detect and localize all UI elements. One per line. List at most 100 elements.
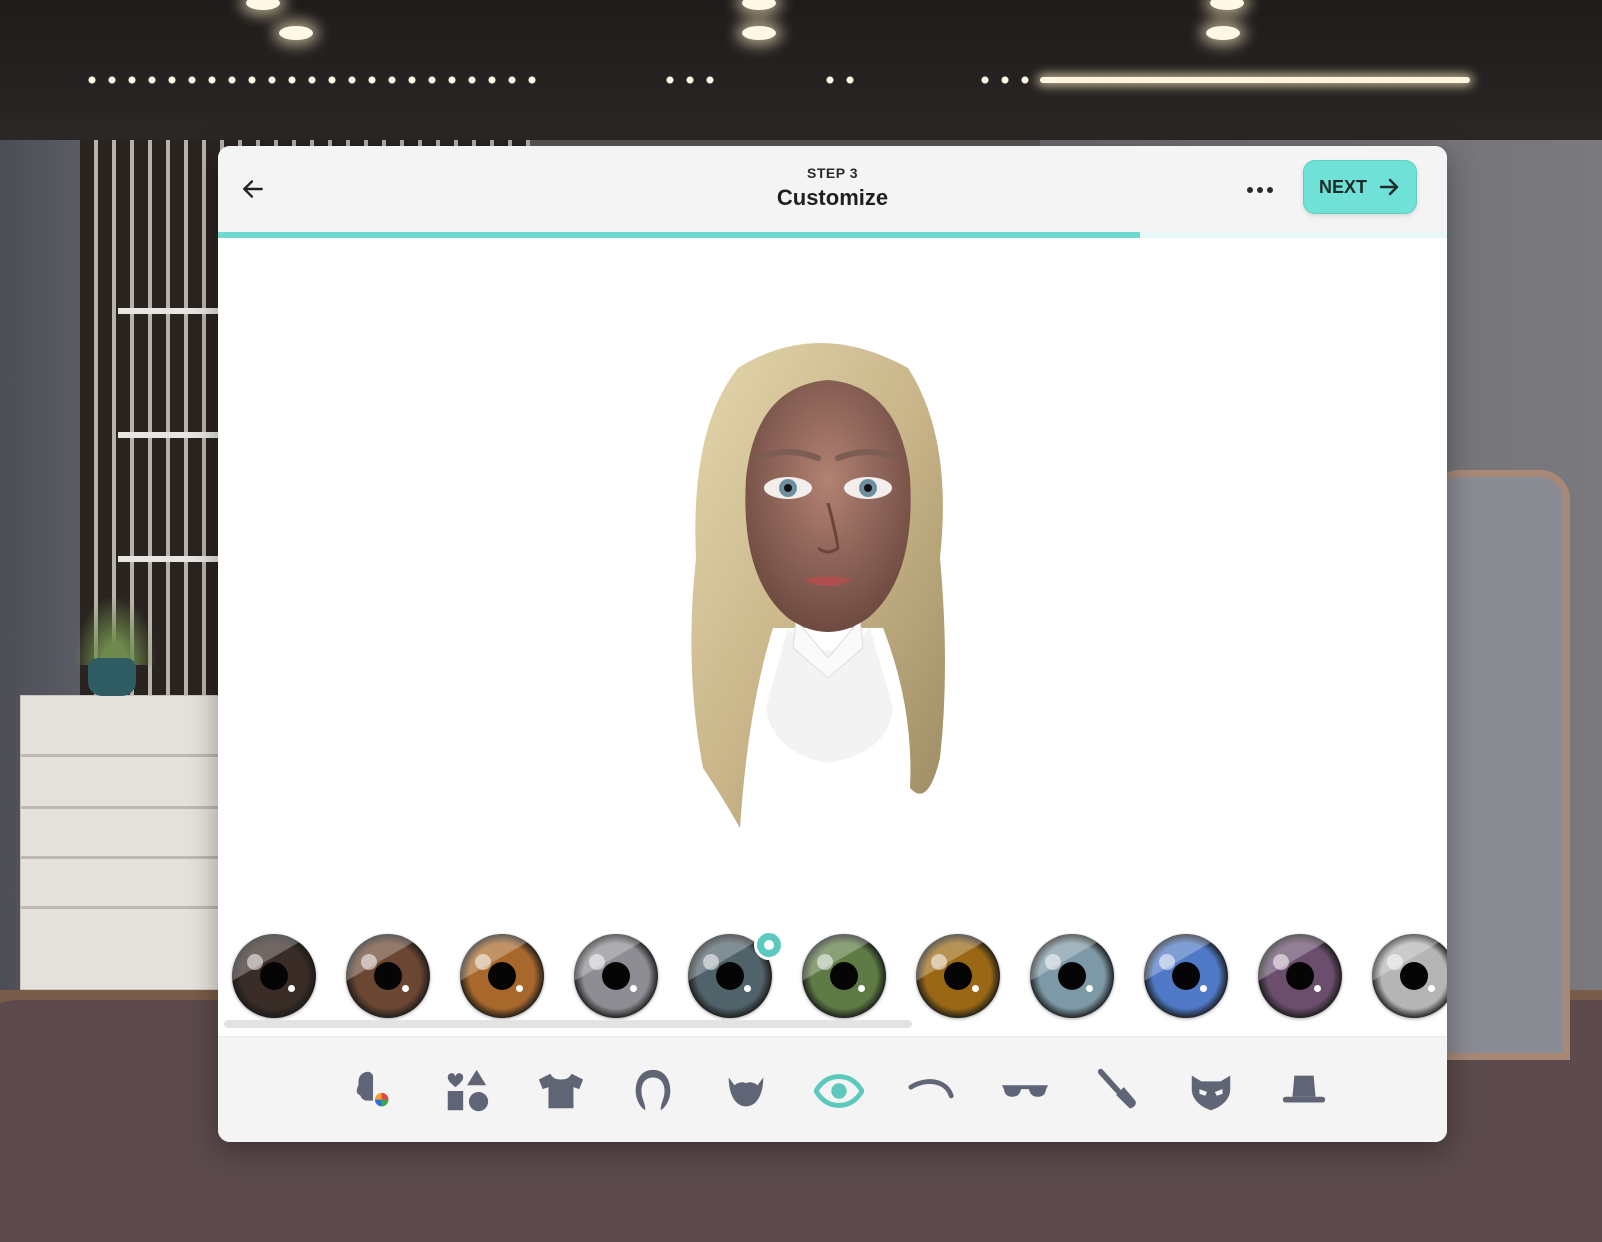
swatch-glint [817,954,833,970]
selected-indicator [754,930,784,960]
led-dots [660,75,720,85]
arrow-right-icon [1379,178,1399,196]
swatch-highlight [402,985,409,992]
next-button-label: NEXT [1318,176,1367,197]
eye-color-swatch-blue[interactable] [1144,934,1228,1018]
panel-header: STEP 3 Customize NEXT [218,146,1447,232]
category-tab-mask[interactable] [1183,1063,1239,1119]
swatch-pupil [374,962,402,990]
swatch-highlight [1086,985,1093,992]
eye-color-swatch-brown[interactable] [346,934,430,1018]
category-tab-eye[interactable] [811,1063,867,1119]
swatch-pupil [944,962,972,990]
ceiling-light [742,26,776,40]
swatch-pupil [1172,962,1200,990]
swatch-glint [703,954,719,970]
category-toolbar [218,1036,1447,1142]
category-tab-eyebrow[interactable] [904,1063,960,1119]
swatch-highlight [630,985,637,992]
swatch-highlight [516,985,523,992]
hair-icon [635,1069,671,1111]
hat-icon [1282,1075,1326,1103]
led-strip [1040,77,1470,83]
eyebrow-icon [908,1079,954,1099]
drawer-line [21,754,229,757]
swatch-highlight [288,985,295,992]
ceiling-light [1210,0,1244,10]
eye-color-swatch-silver[interactable] [1372,934,1447,1018]
swatch-highlight [972,985,979,992]
wall-shelf [118,432,228,438]
swatch-glint [1045,954,1061,970]
vase [88,658,136,696]
wall-shelf [118,308,228,314]
makeup-brush-icon [1097,1068,1136,1109]
led-dots [820,75,860,85]
dresser [20,695,230,990]
more-dot [1257,187,1263,193]
swatch-glint [1387,954,1403,970]
category-tab-hat[interactable] [1276,1063,1332,1119]
eye-color-swatch-violet[interactable] [1258,934,1342,1018]
category-tab-glasses[interactable] [997,1063,1053,1119]
next-button[interactable]: NEXT [1303,160,1417,214]
swatch-highlight [1314,985,1321,992]
drawer-line [21,856,229,859]
eye-color-swatch-hazel[interactable] [460,934,544,1018]
swatch-pupil [830,962,858,990]
swatch-pupil [260,962,288,990]
category-tab-makeup-brush[interactable] [1090,1063,1146,1119]
swatch-glint [361,954,377,970]
plant [70,590,160,665]
eye-color-swatches [218,922,1447,1022]
ceiling-light [279,26,313,40]
avatar-3d-model [691,343,945,828]
category-tab-skin-tone[interactable] [346,1063,402,1119]
shirt-icon [538,1073,584,1109]
shapes-icon [447,1069,489,1112]
category-tab-beard[interactable] [718,1063,774,1119]
arrow-left-icon [243,180,263,198]
ceiling [0,0,1602,140]
swatch-pupil [602,962,630,990]
mask-icon [1191,1075,1231,1111]
swatch-glint [1159,954,1175,970]
eye-color-swatch-dark-brown[interactable] [232,934,316,1018]
ceiling-light [246,0,280,10]
swatch-highlight [1200,985,1207,992]
drawer-line [21,806,229,809]
more-horizontal-icon [1247,187,1253,193]
swatch-glint [475,954,491,970]
ceiling-light [1206,26,1240,40]
glasses-icon [1001,1085,1049,1097]
led-dots [975,75,1035,85]
eye-icon [814,1074,864,1108]
swatch-glint [589,954,605,970]
swatch-pupil [1400,962,1428,990]
eye-color-swatch-green[interactable] [802,934,886,1018]
swatch-glint [931,954,947,970]
more-options-button[interactable] [1240,172,1280,208]
swatch-pupil [716,962,744,990]
drawer-line [21,906,229,909]
swatch-pupil [1286,962,1314,990]
ceiling-light [742,0,776,10]
back-button[interactable] [232,168,274,210]
swatch-highlight [1428,985,1435,992]
customize-panel: STEP 3 Customize NEXT [218,146,1447,1142]
swatch-glint [247,954,263,970]
floor-mirror [1430,470,1570,1060]
led-dots [82,75,542,85]
swatch-pupil [1058,962,1086,990]
eye-color-swatch-gray[interactable] [574,934,658,1018]
category-tab-shirt[interactable] [532,1063,588,1119]
swatch-glint [1273,954,1289,970]
swatch-highlight [744,985,751,992]
swatch-highlight [858,985,865,992]
swatch-scrollbar[interactable] [224,1020,912,1028]
eye-color-swatch-light-blue[interactable] [1030,934,1114,1018]
wall-shelf [118,556,228,562]
category-tab-shapes[interactable] [439,1063,495,1119]
category-tab-hair[interactable] [625,1063,681,1119]
eye-color-swatch-amber[interactable] [916,934,1000,1018]
